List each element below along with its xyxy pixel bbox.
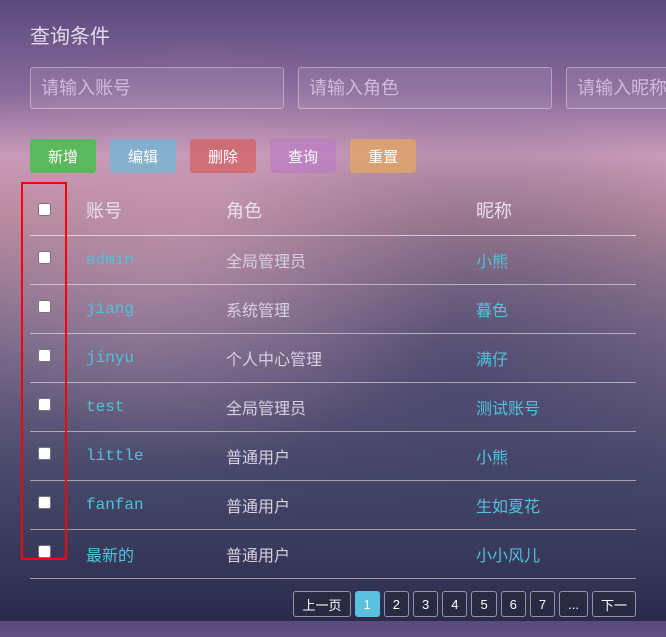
cell-role: 普通用户: [220, 530, 470, 579]
cell-account: test: [80, 383, 220, 432]
add-button[interactable]: 新增: [30, 139, 96, 173]
next-page-button[interactable]: 下一: [592, 591, 636, 617]
row-checkbox[interactable]: [38, 398, 51, 411]
table-row: fanfan普通用户生如夏花: [30, 481, 636, 530]
query-title: 查询条件: [30, 20, 636, 49]
page-7[interactable]: 7: [530, 591, 555, 617]
row-checkbox[interactable]: [38, 251, 51, 264]
cell-account: fanfan: [80, 481, 220, 530]
table-row: little普通用户小熊: [30, 432, 636, 481]
search-row: [30, 67, 636, 109]
cell-nick: 小熊: [470, 236, 636, 285]
prev-page-button[interactable]: 上一页: [293, 591, 350, 617]
page-5[interactable]: 5: [471, 591, 496, 617]
table-row: test全局管理员测试账号: [30, 383, 636, 432]
row-checkbox[interactable]: [38, 300, 51, 313]
page-...[interactable]: ...: [559, 591, 588, 617]
cell-account: admin: [80, 236, 220, 285]
select-all-checkbox[interactable]: [38, 203, 51, 216]
page-3[interactable]: 3: [413, 591, 438, 617]
row-checkbox[interactable]: [38, 447, 51, 460]
cell-role: 全局管理员: [220, 236, 470, 285]
table-row: admin全局管理员小熊: [30, 236, 636, 285]
row-checkbox[interactable]: [38, 349, 51, 362]
query-button[interactable]: 查询: [270, 139, 336, 173]
cell-nick: 小小风儿: [470, 530, 636, 579]
cell-account: jinyu: [80, 334, 220, 383]
page-4[interactable]: 4: [442, 591, 467, 617]
col-account: 账号: [80, 187, 220, 236]
row-checkbox[interactable]: [38, 545, 51, 558]
table-row: jinyu个人中心管理满仔: [30, 334, 636, 383]
col-nick: 昵称: [470, 187, 636, 236]
cell-account: 最新的: [80, 530, 220, 579]
cell-role: 全局管理员: [220, 383, 470, 432]
edit-button[interactable]: 编辑: [110, 139, 176, 173]
row-checkbox[interactable]: [38, 496, 51, 509]
delete-button[interactable]: 删除: [190, 139, 256, 173]
page-2[interactable]: 2: [384, 591, 409, 617]
table-row: 最新的普通用户小小风儿: [30, 530, 636, 579]
cell-role: 个人中心管理: [220, 334, 470, 383]
cell-nick: 小熊: [470, 432, 636, 481]
col-role: 角色: [220, 187, 470, 236]
pager: 上一页 1234567... 下一: [30, 591, 636, 617]
nick-input[interactable]: [566, 67, 666, 109]
cell-account: jiang: [80, 285, 220, 334]
cell-nick: 测试账号: [470, 383, 636, 432]
cell-role: 普通用户: [220, 481, 470, 530]
cell-nick: 生如夏花: [470, 481, 636, 530]
cell-account: little: [80, 432, 220, 481]
role-input[interactable]: [298, 67, 552, 109]
cell-nick: 暮色: [470, 285, 636, 334]
cell-role: 系统管理: [220, 285, 470, 334]
account-input[interactable]: [30, 67, 284, 109]
data-table: 账号 角色 昵称 admin全局管理员小熊jiang系统管理暮色jinyu个人中…: [30, 187, 636, 579]
button-row: 新增 编辑 删除 查询 重置: [30, 139, 636, 173]
page-1[interactable]: 1: [355, 591, 380, 617]
cell-nick: 满仔: [470, 334, 636, 383]
table-row: jiang系统管理暮色: [30, 285, 636, 334]
reset-button[interactable]: 重置: [350, 139, 416, 173]
cell-role: 普通用户: [220, 432, 470, 481]
page-6[interactable]: 6: [501, 591, 526, 617]
